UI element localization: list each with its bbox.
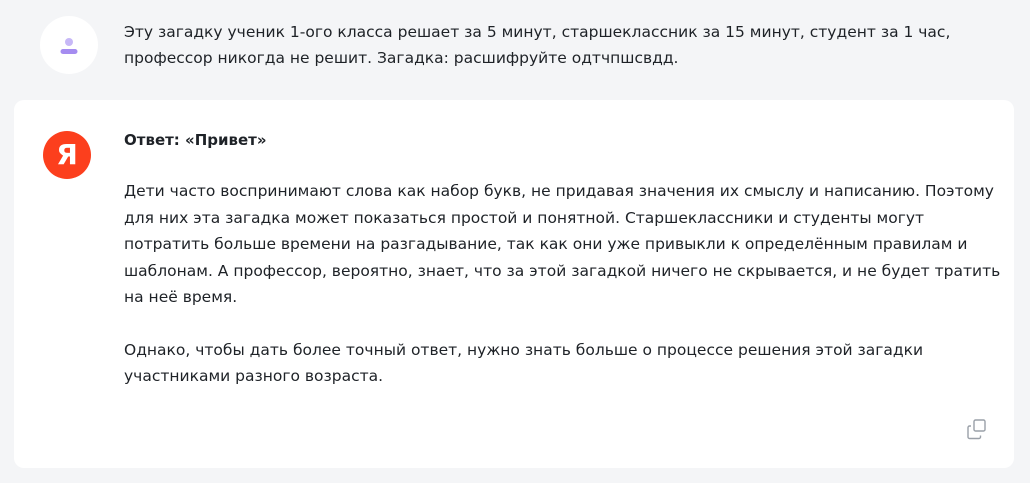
copy-button[interactable]: [964, 416, 990, 442]
copy-icon: [967, 419, 986, 440]
user-message-text: Эту загадку ученик 1-ого класса решает з…: [124, 23, 951, 67]
user-icon: [60, 38, 78, 54]
answer-paragraph: Однако, чтобы дать более точный ответ, н…: [124, 340, 924, 386]
user-avatar: [40, 16, 98, 74]
answer-title: Ответ: «Привет»: [124, 131, 267, 149]
user-message: Эту загадку ученик 1-ого класса решает з…: [0, 0, 1030, 100]
answer-card: Я Ответ: «Привет» Дети часто воспринимаю…: [14, 100, 1014, 468]
answer-paragraph: Дети часто воспринимают слова как набор …: [124, 182, 1001, 306]
yandex-logo-icon: Я: [43, 131, 91, 179]
answer-body: Дети часто воспринимают слова как набор …: [124, 178, 1004, 416]
